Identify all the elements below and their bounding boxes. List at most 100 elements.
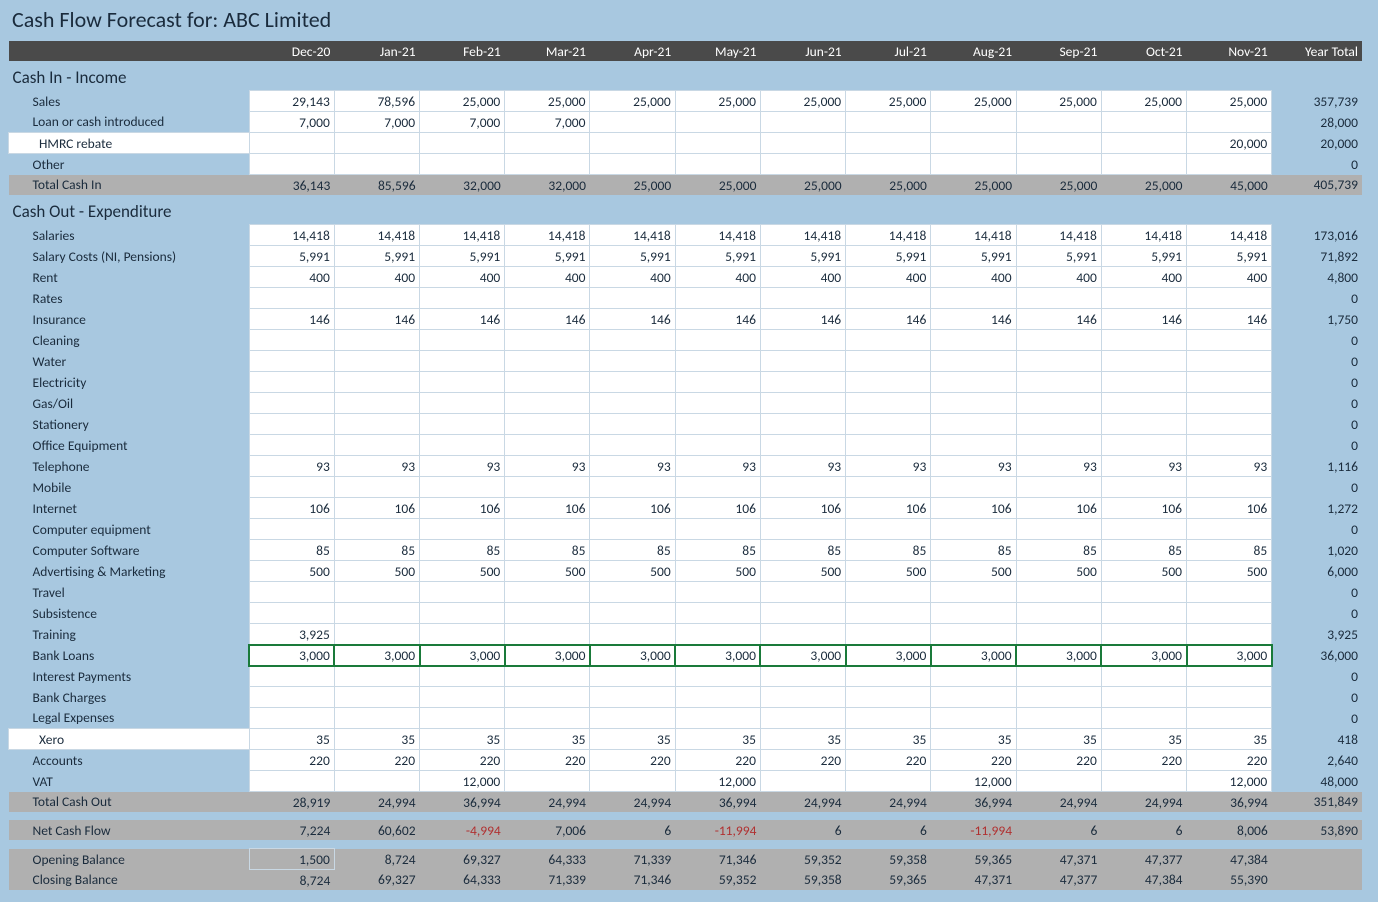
value-cell[interactable]: 35: [420, 729, 505, 750]
value-cell[interactable]: 93: [1187, 456, 1272, 477]
value-cell[interactable]: 500: [420, 561, 505, 582]
value-cell[interactable]: [760, 372, 845, 393]
value-cell[interactable]: [760, 687, 845, 708]
value-cell[interactable]: 5,991: [846, 246, 931, 267]
value-cell[interactable]: 25,000: [1016, 91, 1101, 112]
value-cell[interactable]: [1187, 112, 1272, 133]
value-cell[interactable]: 220: [334, 750, 419, 771]
value-cell[interactable]: 35: [590, 729, 675, 750]
value-cell[interactable]: 106: [931, 498, 1016, 519]
value-cell[interactable]: [931, 708, 1016, 729]
value-cell[interactable]: 3,925: [249, 624, 334, 645]
value-cell[interactable]: [505, 435, 590, 456]
value-cell[interactable]: [846, 519, 931, 540]
value-cell[interactable]: 146: [590, 309, 675, 330]
value-cell[interactable]: 106: [1187, 498, 1272, 519]
value-cell[interactable]: [675, 330, 760, 351]
value-cell[interactable]: [1016, 330, 1101, 351]
value-cell[interactable]: 12,000: [1187, 771, 1272, 792]
value-cell[interactable]: [846, 133, 931, 154]
value-cell[interactable]: [1187, 666, 1272, 687]
value-cell[interactable]: 35: [249, 729, 334, 750]
value-cell[interactable]: [846, 708, 931, 729]
value-cell[interactable]: [334, 351, 419, 372]
value-cell[interactable]: 106: [675, 498, 760, 519]
value-cell[interactable]: [931, 393, 1016, 414]
value-cell[interactable]: [1187, 414, 1272, 435]
value-cell[interactable]: [760, 154, 845, 175]
value-cell[interactable]: [675, 133, 760, 154]
value-cell[interactable]: [1016, 519, 1101, 540]
value-cell[interactable]: 85: [420, 540, 505, 561]
value-cell[interactable]: [334, 624, 419, 645]
value-cell[interactable]: [846, 393, 931, 414]
value-cell[interactable]: [505, 351, 590, 372]
value-cell[interactable]: [505, 666, 590, 687]
value-cell[interactable]: 146: [1016, 309, 1101, 330]
value-cell[interactable]: 400: [505, 267, 590, 288]
value-cell[interactable]: [505, 519, 590, 540]
value-cell[interactable]: [1187, 288, 1272, 309]
value-cell[interactable]: 5,991: [760, 246, 845, 267]
value-cell[interactable]: 14,418: [1101, 225, 1186, 246]
value-cell[interactable]: [760, 330, 845, 351]
value-cell[interactable]: [1101, 477, 1186, 498]
value-cell[interactable]: [760, 435, 845, 456]
value-cell[interactable]: [846, 112, 931, 133]
value-cell[interactable]: [846, 624, 931, 645]
value-cell[interactable]: 500: [675, 561, 760, 582]
value-cell[interactable]: [420, 414, 505, 435]
value-cell[interactable]: [1101, 133, 1186, 154]
value-cell[interactable]: 85: [334, 540, 419, 561]
value-cell[interactable]: [760, 519, 845, 540]
value-cell[interactable]: 93: [1101, 456, 1186, 477]
value-cell[interactable]: [590, 414, 675, 435]
value-cell[interactable]: [1187, 624, 1272, 645]
value-cell[interactable]: [590, 687, 675, 708]
value-cell[interactable]: 93: [1016, 456, 1101, 477]
value-cell[interactable]: [334, 582, 419, 603]
value-cell[interactable]: [675, 154, 760, 175]
value-cell[interactable]: [675, 112, 760, 133]
value-cell[interactable]: 500: [1187, 561, 1272, 582]
value-cell[interactable]: [1016, 603, 1101, 624]
value-cell[interactable]: 25,000: [1101, 91, 1186, 112]
value-cell[interactable]: 3,000: [846, 645, 931, 666]
value-cell[interactable]: 7,000: [334, 112, 419, 133]
value-cell[interactable]: [760, 133, 845, 154]
value-cell[interactable]: [590, 477, 675, 498]
value-cell[interactable]: 93: [675, 456, 760, 477]
value-cell[interactable]: [249, 351, 334, 372]
value-cell[interactable]: 500: [931, 561, 1016, 582]
value-cell[interactable]: 14,418: [846, 225, 931, 246]
value-cell[interactable]: [846, 603, 931, 624]
value-cell[interactable]: [590, 330, 675, 351]
value-cell[interactable]: [675, 351, 760, 372]
value-cell[interactable]: 14,418: [505, 225, 590, 246]
value-cell[interactable]: 500: [505, 561, 590, 582]
value-cell[interactable]: 3,000: [1187, 645, 1272, 666]
value-cell[interactable]: [1016, 624, 1101, 645]
value-cell[interactable]: 220: [1187, 750, 1272, 771]
value-cell[interactable]: [249, 133, 334, 154]
value-cell[interactable]: 14,418: [760, 225, 845, 246]
value-cell[interactable]: 146: [1187, 309, 1272, 330]
value-cell[interactable]: 14,418: [334, 225, 419, 246]
value-cell[interactable]: [249, 330, 334, 351]
value-cell[interactable]: 500: [249, 561, 334, 582]
value-cell[interactable]: [846, 372, 931, 393]
value-cell[interactable]: [249, 687, 334, 708]
value-cell[interactable]: 106: [1101, 498, 1186, 519]
value-cell[interactable]: [1016, 372, 1101, 393]
value-cell[interactable]: [1187, 154, 1272, 175]
value-cell[interactable]: [334, 372, 419, 393]
value-cell[interactable]: [675, 519, 760, 540]
value-cell[interactable]: [675, 414, 760, 435]
value-cell[interactable]: [334, 288, 419, 309]
value-cell[interactable]: 220: [675, 750, 760, 771]
value-cell[interactable]: 220: [1101, 750, 1186, 771]
value-cell[interactable]: [931, 133, 1016, 154]
value-cell[interactable]: [505, 771, 590, 792]
value-cell[interactable]: [760, 414, 845, 435]
value-cell[interactable]: [846, 666, 931, 687]
